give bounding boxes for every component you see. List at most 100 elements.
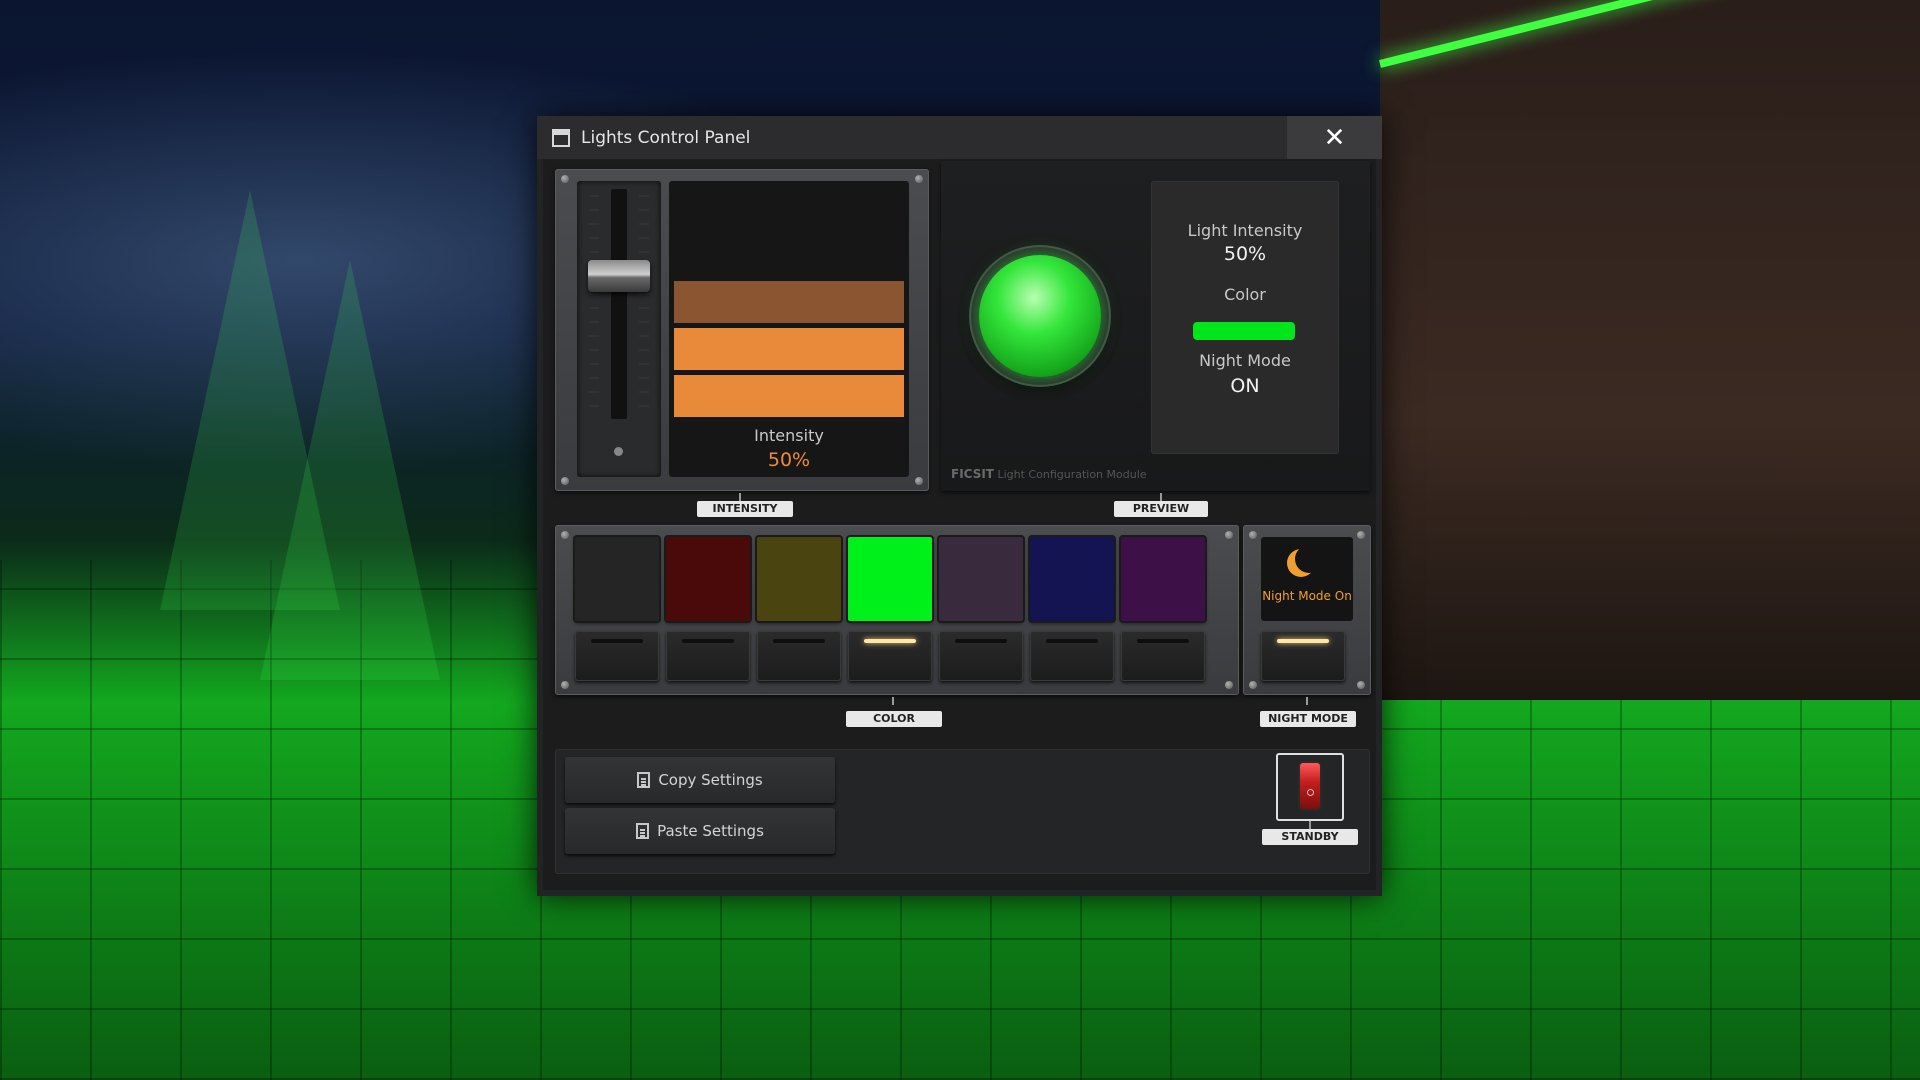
screw: [561, 477, 569, 485]
title-bar[interactable]: Lights Control Panel ✕: [537, 116, 1382, 159]
night-mode-module: Night Mode On: [1243, 525, 1371, 695]
light-preview-orb: [971, 247, 1109, 385]
slider-tick: [589, 377, 599, 379]
night-mode-tag: NIGHT MODE: [1260, 711, 1356, 727]
intensity-bar: [674, 375, 904, 417]
intensity-bar: [674, 328, 904, 370]
slider-tick: [589, 405, 599, 407]
button-led-indicator: [591, 639, 643, 643]
slider-tick: [639, 405, 649, 407]
intensity-bar: [674, 281, 904, 323]
color-select-button-7[interactable]: [1121, 631, 1205, 681]
ficsit-logo: FICSIT: [951, 467, 994, 481]
color-tag: COLOR: [846, 711, 942, 727]
slider-tick: [589, 209, 599, 211]
color-swatch-1[interactable]: [575, 537, 659, 621]
module-footer-text: Light Configuration Module: [997, 468, 1147, 481]
preview-tag: PREVIEW: [1114, 501, 1208, 517]
color-swatch-3[interactable]: [757, 537, 841, 621]
slider-tick: [589, 293, 599, 295]
slider-indicator-dot: [614, 447, 623, 456]
preview-night-value: ON: [1230, 375, 1260, 397]
intensity-tag: INTENSITY: [697, 501, 793, 517]
preview-night-label: Night Mode: [1199, 351, 1291, 370]
preview-intensity-label: Light Intensity: [1187, 221, 1303, 240]
night-mode-display: Night Mode On: [1261, 537, 1353, 621]
intensity-slider[interactable]: [577, 181, 661, 477]
slider-tick: [589, 363, 599, 365]
slider-tick: [639, 209, 649, 211]
color-select-button-3[interactable]: [757, 631, 841, 681]
slider-tick: [589, 349, 599, 351]
close-button[interactable]: ✕: [1287, 116, 1382, 159]
paste-settings-button[interactable]: Paste Settings: [565, 808, 835, 854]
paste-settings-label: Paste Settings: [657, 822, 764, 840]
window-title: Lights Control Panel: [581, 127, 751, 148]
preview-intensity-value: 50%: [1223, 243, 1267, 265]
panel-body: Intensity 50% INTENSITY Light Intensity …: [543, 159, 1376, 890]
slider-tick: [639, 377, 649, 379]
slider-tick: [589, 391, 599, 393]
screw: [561, 681, 569, 689]
color-select-button-5[interactable]: [939, 631, 1023, 681]
slider-tick: [589, 321, 599, 323]
color-select-button-2[interactable]: [666, 631, 750, 681]
slider-handle[interactable]: [588, 260, 650, 292]
tag-stem: [1306, 697, 1308, 705]
button-led-indicator: [955, 639, 1007, 643]
toggle-led-indicator: [1277, 639, 1329, 643]
slider-tick: [639, 223, 649, 225]
screw: [1249, 681, 1257, 689]
slider-tick: [639, 307, 649, 309]
slider-tick: [589, 195, 599, 197]
slider-tick: [639, 391, 649, 393]
button-led-indicator: [1137, 639, 1189, 643]
slider-tick: [589, 237, 599, 239]
color-select-button-6[interactable]: [1030, 631, 1114, 681]
color-swatch-7[interactable]: [1121, 537, 1205, 621]
slider-tick: [589, 307, 599, 309]
slider-tick: [639, 335, 649, 337]
slider-track[interactable]: [611, 189, 627, 419]
color-swatch-6[interactable]: [1030, 537, 1114, 621]
standby-rocker-switch[interactable]: [1300, 763, 1320, 809]
preview-module: Light Intensity 50% Color Night Mode ON …: [941, 161, 1370, 491]
wall-structure: [1380, 0, 1920, 700]
slider-tick: [589, 251, 599, 253]
paste-icon: [636, 823, 650, 839]
preview-color-label: Color: [1224, 285, 1266, 304]
color-swatch-4[interactable]: [848, 537, 932, 621]
close-icon: ✕: [1323, 122, 1346, 153]
color-select-button-1[interactable]: [575, 631, 659, 681]
screw: [915, 477, 923, 485]
button-led-indicator: [682, 639, 734, 643]
screw: [561, 175, 569, 183]
night-mode-toggle-button[interactable]: [1261, 631, 1345, 681]
tag-stem: [1160, 493, 1162, 501]
color-swatch-2[interactable]: [666, 537, 750, 621]
slider-tick: [589, 335, 599, 337]
intensity-caption: Intensity: [754, 426, 824, 445]
standby-switch-frame[interactable]: [1276, 753, 1344, 821]
copy-settings-label: Copy Settings: [658, 771, 763, 789]
copy-settings-button[interactable]: Copy Settings: [565, 757, 835, 803]
slider-tick: [639, 363, 649, 365]
slider-tick: [589, 223, 599, 225]
settings-actions-area: Copy Settings Paste Settings STANDBY: [555, 749, 1370, 874]
light-beam: [260, 260, 440, 680]
color-swatch-5[interactable]: [939, 537, 1023, 621]
screw: [1357, 531, 1365, 539]
slider-tick: [639, 293, 649, 295]
button-led-indicator: [1046, 639, 1098, 643]
screw: [1357, 681, 1365, 689]
standby-tag: STANDBY: [1262, 829, 1358, 845]
lights-control-panel-window: Lights Control Panel ✕ Intensity 50% INT…: [537, 116, 1382, 896]
screw: [1225, 681, 1233, 689]
color-select-button-4[interactable]: [848, 631, 932, 681]
moon-icon: [1295, 545, 1323, 573]
button-led-indicator: [864, 639, 916, 643]
module-footer: FICSIT Light Configuration Module: [951, 467, 1147, 481]
intensity-value: 50%: [767, 449, 811, 471]
tag-stem: [1309, 821, 1311, 829]
slider-tick: [639, 349, 649, 351]
